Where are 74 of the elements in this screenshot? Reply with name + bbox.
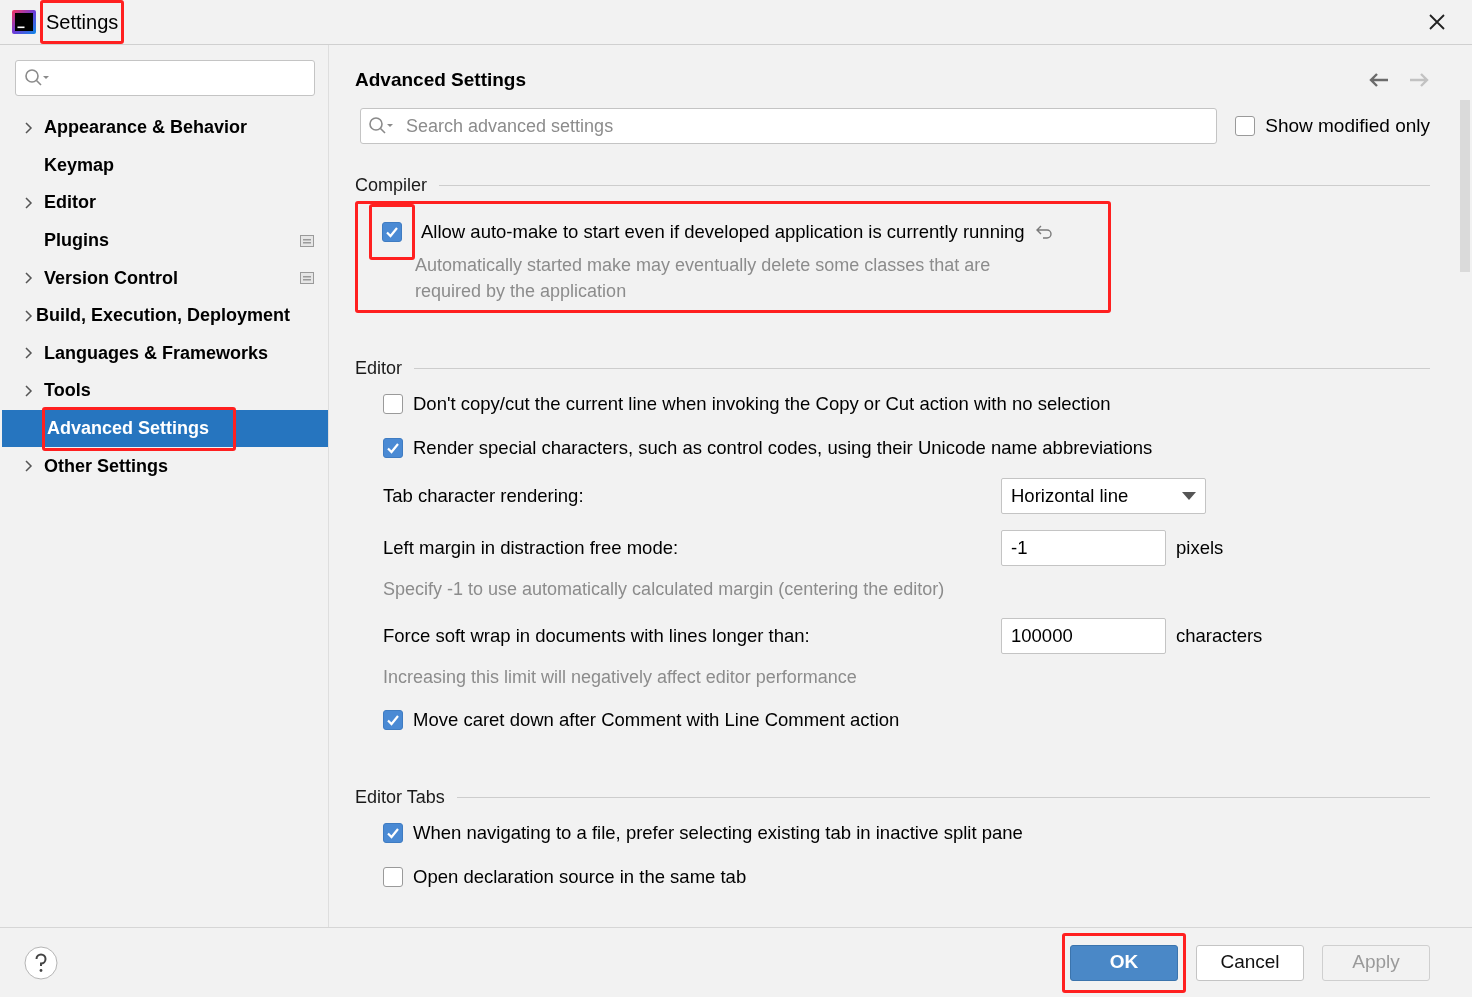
ok-button[interactable]: OK — [1070, 944, 1178, 981]
check-icon — [386, 441, 400, 455]
sidebar-label: Advanced Settings — [47, 417, 210, 441]
option-description: Automatically started make may eventually delete some classes that are required by the application — [414, 254, 992, 303]
sidebar-label: Plugins — [44, 229, 109, 253]
sidebar-item[interactable]: Plugins — [2, 221, 328, 260]
check-icon — [386, 826, 400, 840]
sidebar-label: Tools — [44, 379, 91, 403]
search-icon — [24, 68, 50, 88]
option-label: Open declaration source in the same tab — [413, 865, 747, 890]
help-icon[interactable] — [24, 945, 58, 980]
window-title: Settings — [46, 10, 119, 35]
scrollbar-thumb[interactable] — [1460, 100, 1470, 272]
chevron-right-icon[interactable] — [24, 196, 34, 210]
checkbox[interactable] — [383, 867, 403, 887]
reset-arrow-icon[interactable] — [1034, 225, 1053, 239]
chevron-right-icon[interactable] — [24, 459, 34, 474]
sidebar-item[interactable]: Advanced Settings — [2, 409, 328, 448]
option-description: Increasing this limit will negatively affect editor performance — [382, 666, 858, 689]
close-icon[interactable] — [1428, 13, 1446, 31]
search-field[interactable] — [15, 60, 315, 96]
sidebar-item[interactable]: Other Settings — [2, 447, 328, 485]
dropdown[interactable]: Horizontal line — [1001, 478, 1206, 514]
option-label: Move caret down after Comment with Line Comment action — [413, 708, 900, 733]
sidebar-label: Editor — [44, 191, 96, 215]
chevron-right-icon[interactable] — [24, 308, 34, 323]
sidebar-label: Other Settings — [44, 454, 168, 478]
checked-checkbox[interactable] — [383, 710, 403, 730]
sidebar-label: Appearance & Behavior — [44, 116, 248, 140]
section-title: Editor Tabs — [355, 786, 445, 809]
checkbox[interactable] — [1235, 116, 1256, 136]
sidebar-item[interactable]: Editor — [2, 184, 328, 222]
app-logo-icon — [12, 10, 36, 34]
section-title: Editor — [355, 357, 403, 380]
sidebar-item[interactable]: Keymap — [2, 146, 328, 185]
section-title: Compiler — [355, 174, 428, 197]
caret-down-icon — [1182, 492, 1196, 500]
checked-checkbox[interactable] — [382, 222, 402, 242]
check-icon — [385, 225, 399, 239]
dialog-button[interactable]: Cancel — [1196, 944, 1304, 981]
check-icon — [386, 713, 400, 727]
search-icon — [368, 116, 394, 136]
option-label: Tab character rendering: — [383, 484, 585, 509]
option-label: Render special characters, such as control codes, using their Unicode name abbreviations — [413, 436, 1153, 461]
sidebar-label: Version Control — [44, 266, 178, 290]
sidebar-item[interactable]: Tools — [2, 372, 328, 410]
unit-label: pixels — [1176, 536, 1224, 561]
option-label: Don't copy/cut the current line when invoking the Copy or Cut action with no selection — [413, 392, 1111, 417]
chevron-right-icon[interactable] — [24, 120, 34, 135]
option-label: When navigating to a file, prefer selecting existing tab in inactive split pane — [413, 821, 1023, 846]
sidebar-item[interactable]: Build, Execution, Deployment — [2, 296, 328, 335]
checked-checkbox[interactable] — [383, 823, 403, 843]
search-field[interactable]: Search advanced settings — [360, 108, 1217, 144]
sidebar-label: Keymap — [44, 153, 115, 177]
number-field[interactable]: -1 — [1001, 530, 1166, 566]
panel-title: Advanced Settings — [355, 67, 527, 92]
checkbox-label: Show modified only — [1265, 113, 1430, 138]
sidebar-item[interactable]: Version Control — [2, 259, 328, 297]
sidebar-label: Build, Execution, Deployment — [35, 304, 290, 328]
sidebar-item[interactable]: Languages & Frameworks — [2, 334, 328, 373]
chevron-right-icon[interactable] — [24, 271, 34, 286]
checked-checkbox[interactable] — [383, 438, 403, 458]
unit-label: characters — [1176, 624, 1263, 649]
back-arrow-icon[interactable] — [1368, 72, 1390, 88]
option-description: Specify -1 to use automatically calculated margin (centering the editor) — [382, 578, 946, 601]
chevron-right-icon[interactable] — [24, 346, 34, 361]
option-label: Force soft wrap in documents with lines longer than: — [383, 624, 811, 649]
option-label: Allow auto-make to start even if developed application is currently running — [421, 220, 1025, 245]
number-field[interactable]: 100000 — [1001, 618, 1166, 654]
chevron-right-icon[interactable] — [24, 383, 34, 398]
sidebar-label: Languages & Frameworks — [44, 341, 269, 365]
sidebar-item[interactable]: Appearance & Behavior — [2, 109, 328, 147]
option-label: Left margin in distraction free mode: — [383, 536, 680, 561]
checkbox[interactable] — [383, 394, 403, 414]
